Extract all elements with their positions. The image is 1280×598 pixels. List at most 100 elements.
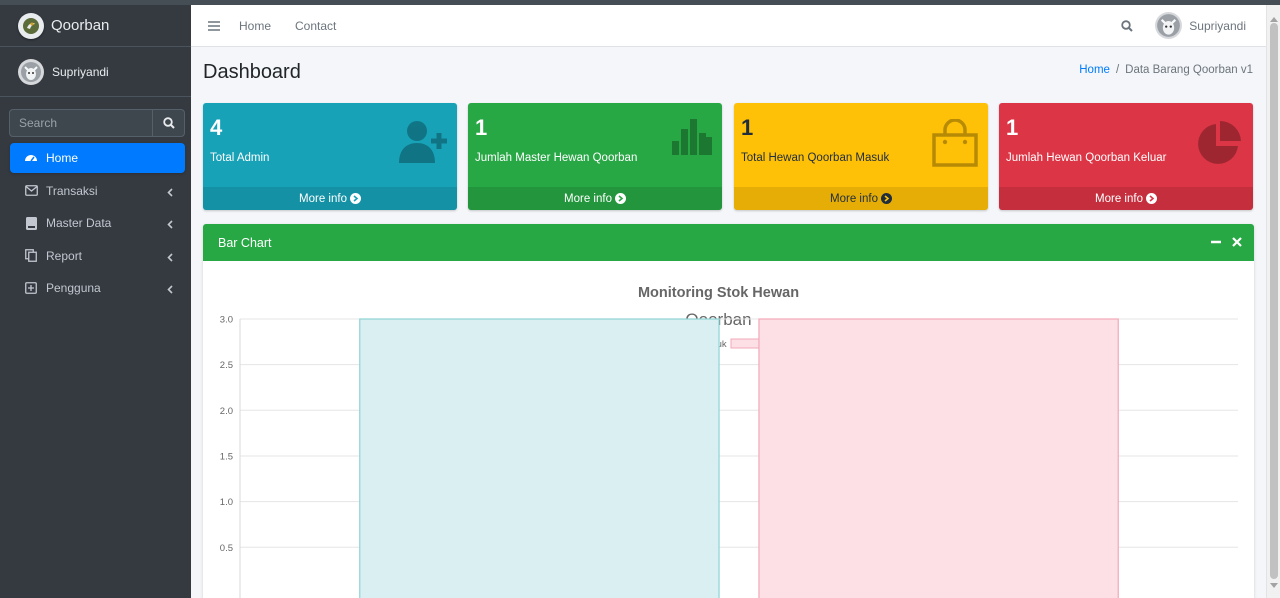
y-tick-label: 2.0 [220,406,233,417]
topnav-contact-link[interactable]: Contact [295,19,336,33]
card-header: Bar Chart [203,224,1254,261]
box-value: 4 [210,115,223,140]
sidebar-user-name: Supriyandi [52,64,109,79]
collapse-button[interactable] [1211,236,1221,250]
user-panel[interactable]: Supriyandi [0,47,191,97]
sidebar-item-report[interactable]: Report [10,241,185,271]
search-icon [1121,19,1134,32]
y-tick-label: 0.5 [220,543,233,554]
navbar-search-button[interactable] [1121,19,1134,32]
envelope-icon [24,184,38,198]
page-title: Dashboard [203,61,301,83]
y-tick-label: 1.5 [220,451,233,462]
minus-icon [1211,240,1221,244]
arrow-circle-right-icon [349,193,361,204]
more-info-link[interactable]: More info [468,187,722,210]
bar-chart: Monitoring Stok HewanQoorbanTotal MasukT… [220,285,1238,598]
navbar-avatar[interactable] [1155,12,1183,39]
card-title: Bar Chart [218,235,272,250]
chevron-left-icon [167,251,173,265]
more-info-label: More info [564,192,612,205]
bar-chart-card: Bar Chart Monitoring Stok HewanQoorbanTo… [203,224,1254,598]
sidebar-item-label: Report [46,248,83,263]
sidebar-nav: Home Transaksi Master Data Report Penggu… [0,143,191,303]
more-info-link[interactable]: More info [999,187,1253,210]
sidebar: Qoorban Supriyandi Home Transaksi [0,5,191,598]
sidebar-item-master-data[interactable]: Master Data [10,208,185,238]
content-header: Dashboard Home / Data Barang Qoorban v1 [191,47,1266,97]
user-plus-icon [399,119,447,168]
more-info-label: More info [299,192,347,205]
sidebar-item-label: Master Data [46,216,112,230]
more-info-label: More info [1095,192,1143,205]
chevron-left-icon [167,186,173,200]
scrollbar-thumb[interactable] [1270,23,1278,579]
shopping-bag-icon [932,118,978,172]
box-value: 1 [475,115,488,140]
bar [359,318,720,598]
legend-swatch [730,338,762,349]
breadcrumb-separator: / [1115,64,1120,76]
remove-button[interactable] [1232,236,1242,250]
breadcrumb-current: Data Barang Qoorban v1 [1125,64,1253,76]
brand[interactable]: Qoorban [0,5,191,47]
more-info-label: More info [830,192,878,205]
search-button[interactable] [152,109,185,137]
chart-area: Monitoring Stok HewanQoorbanTotal MasukT… [203,261,1254,598]
avatar [18,58,44,85]
brand-logo-icon [18,12,44,39]
sidebar-item-label: Pengguna [46,281,101,295]
more-info-link[interactable]: More info [734,187,988,210]
top-navbar: Home Contact Supriyandi [191,5,1266,47]
arrow-circle-right-icon [1145,193,1157,204]
topnav-home-link[interactable]: Home [239,19,271,33]
box-label: Total Hewan Qoorban Masuk [741,152,890,164]
box-label: Jumlah Hewan Qoorban Keluar [1006,152,1167,164]
more-info-link[interactable]: More info [203,187,457,210]
box-label: Total Admin [210,152,270,164]
plus-square-icon [24,281,38,295]
box-label: Jumlah Master Hewan Qoorban [475,152,638,164]
pie-chart-icon [1195,119,1243,172]
hamburger-icon [208,20,220,31]
y-tick-label: 3.0 [220,315,233,326]
small-box-master-hewan: 1 Jumlah Master Hewan Qoorban More info [468,103,722,210]
sidebar-item-pengguna[interactable]: Pengguna [10,273,185,303]
page-scrollbar[interactable] [1266,5,1280,598]
bar-chart-icon [672,119,712,160]
search-icon [162,117,175,129]
tachometer-icon [24,151,38,165]
breadcrumb-home-link[interactable]: Home [1079,64,1110,76]
y-tick-label: 1.0 [220,497,233,508]
navbar-user-name[interactable]: Supriyandi [1189,19,1246,33]
small-box-hewan-keluar: 1 Jumlah Hewan Qoorban Keluar More info [999,103,1253,210]
small-box-hewan-masuk: 1 Total Hewan Qoorban Masuk More info [734,103,988,210]
main-content: Home Contact Supriyandi Dashboard Home / D… [191,5,1266,598]
breadcrumb: Home / Data Barang Qoorban v1 [1079,64,1253,76]
box-value: 1 [1006,115,1019,140]
info-boxes: 4 Total Admin More info 1 Jumlah Master … [203,103,1254,210]
box-value: 1 [741,115,754,140]
card-tools [1211,236,1242,250]
search-input[interactable] [9,109,152,137]
sidebar-item-label: Transaksi [46,183,98,198]
scroll-down-arrow-icon[interactable] [1270,576,1278,594]
arrow-circle-right-icon [880,193,892,204]
menu-toggle-button[interactable] [208,20,220,31]
y-tick-label: 2.5 [220,360,233,371]
sidebar-item-home[interactable]: Home [10,143,185,173]
copy-icon [24,249,38,263]
brand-name: Qoorban [51,17,110,34]
arrow-circle-right-icon [614,193,626,204]
sidebar-item-label: Home [46,151,79,165]
book-icon [24,216,38,230]
topbar-right: Supriyandi [1121,12,1246,39]
sidebar-search [9,109,185,137]
chevron-left-icon [167,283,173,297]
sidebar-item-transaksi[interactable]: Transaksi [10,176,185,206]
bar [758,318,1119,598]
small-box-total-admin: 4 Total Admin More info [203,103,457,210]
chart-title: Monitoring Stok Hewan [638,285,799,301]
close-icon [1232,237,1242,247]
chevron-left-icon [167,218,173,232]
